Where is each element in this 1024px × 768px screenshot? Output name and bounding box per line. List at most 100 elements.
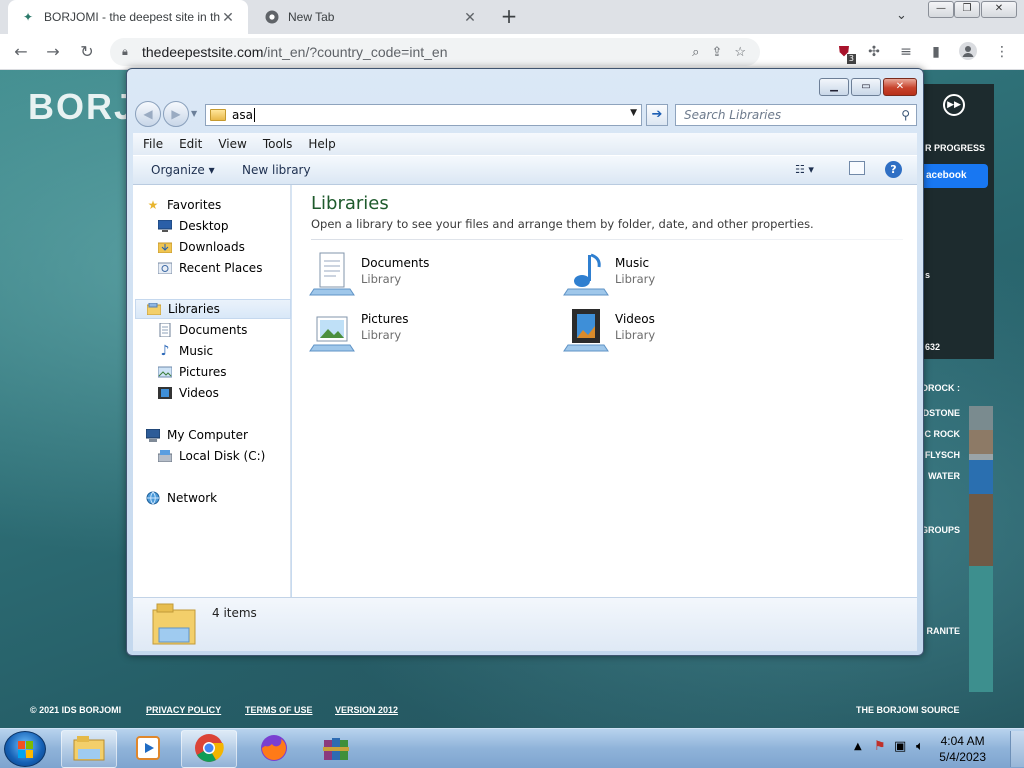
help-icon[interactable]: ? [885,161,902,178]
clock-date: 5/4/2023 [939,750,986,764]
library-type: Library [615,328,656,342]
back-arrow-icon[interactable]: ← [10,42,32,62]
media-player-icon [135,735,163,764]
libraries-content-pane: Libraries Open a library to see your fil… [292,185,917,597]
profile-avatar-icon[interactable] [958,42,978,62]
start-button-windows-icon[interactable] [4,731,46,767]
close-window-button[interactable]: ✕ [883,78,917,96]
tab-borjomi[interactable]: ✦ BORJOMI - the deepest site in th ✕ [8,0,248,34]
view-options-icon[interactable]: ☷ ▾ [795,163,814,176]
layer-label: FLYSCH [924,450,960,460]
recent-pages-chevron-icon[interactable]: ▼ [191,109,197,118]
nav-pictures[interactable]: Pictures [157,362,313,382]
nav-network[interactable]: Network [145,488,301,508]
taskbar-explorer-button[interactable] [61,730,117,768]
documents-library-icon [308,249,356,297]
nav-music[interactable]: ♪ Music [157,341,313,361]
close-browser-button[interactable]: ✕ [981,1,1017,18]
restore-browser-button[interactable]: ❐ [954,1,980,18]
reload-icon[interactable]: ↻ [76,42,98,62]
menu-edit[interactable]: Edit [173,137,208,151]
extensions-puzzle-icon[interactable]: ✣ [864,42,884,62]
browser-toolbar: ← → ↻ 🔒︎ thedeepestsite.com/int_en/?coun… [0,34,1024,70]
tab-search-chevron-icon[interactable]: ⌄ [896,8,907,23]
taskbar-archiver-button[interactable] [308,730,364,768]
taskbar-chrome-button[interactable] [181,730,237,768]
nav-my-computer[interactable]: My Computer [145,425,301,445]
explorer-window: ▁ ▭ ✕ ◀ ▶ ▼ asa ▼ ➔ Search Libraries ⚲ F… [126,68,924,656]
library-pictures[interactable]: Pictures Library [308,305,538,353]
nav-local-disk[interactable]: Local Disk (C:) [157,446,313,466]
explorer-menu-bar: File Edit View Tools Help [133,133,917,155]
organize-button[interactable]: Organize ▾ [151,163,215,177]
maximize-window-button[interactable]: ▭ [851,78,881,96]
forward-arrow-icon[interactable]: → [42,42,64,62]
back-arrow-icon[interactable]: ◀ [135,101,161,127]
search-libraries-input[interactable]: Search Libraries ⚲ [675,104,917,126]
side-panel-icon[interactable]: ▮ [926,42,946,62]
footer-privacy-link[interactable]: PRIVACY POLICY [146,705,221,715]
action-center-flag-icon[interactable]: ⚑ [874,739,886,754]
new-tab-button[interactable]: + [498,6,520,28]
chrome-icon [194,733,224,766]
menu-view[interactable]: View [212,137,252,151]
preview-pane-icon[interactable] [849,161,865,175]
menu-help[interactable]: Help [302,137,341,151]
layer-band [969,406,993,430]
library-type: Library [361,328,402,342]
nav-recent-places[interactable]: Recent Places [157,258,313,278]
tab-new-tab[interactable]: New Tab ✕ [252,0,490,34]
show-hidden-icons-chevron-icon[interactable]: ▲ [854,741,862,752]
film-strip-icon [157,385,173,401]
browser-menu-kebab-icon[interactable]: ⋮ [992,42,1012,62]
library-music[interactable]: Music Library [562,249,792,297]
libraries-folder-icon [151,602,197,649]
zoom-search-icon[interactable]: ⌕ [692,44,699,60]
footer-source-link[interactable]: THE BORJOMI SOURCE [856,705,960,715]
minimize-browser-button[interactable]: — [928,1,954,18]
minimize-window-button[interactable]: ▁ [819,78,849,96]
nav-videos[interactable]: Videos [157,383,313,403]
close-tab-icon[interactable]: ✕ [462,9,478,26]
footer-terms-link[interactable]: TERMS OF USE [245,705,313,715]
nav-documents[interactable]: Documents [157,320,313,340]
network-status-icon[interactable]: ▣ [894,739,906,754]
address-dropdown-chevron-icon[interactable]: ▼ [630,108,637,118]
share-icon[interactable]: ⇪ [711,44,722,60]
address-bar[interactable]: 🔒︎ thedeepestsite.com/int_en/?country_co… [110,38,760,66]
item-count: 4 items [212,606,257,620]
search-placeholder: Search Libraries [684,108,782,122]
layer-label: DSTONE [922,408,960,418]
tab-title: BORJOMI - the deepest site in th [44,10,220,24]
taskbar-clock[interactable]: 4:04 AM 5/4/2023 [939,733,986,765]
library-videos[interactable]: Videos Library [562,305,792,353]
downloads-folder-icon [157,239,173,255]
footer-version-link[interactable]: VERSION 2012 [335,705,398,715]
menu-tools[interactable]: Tools [257,137,299,151]
nav-desktop[interactable]: Desktop [157,216,313,236]
explorer-address-input[interactable]: asa ▼ [205,104,642,126]
taskbar-media-player-button[interactable] [121,730,177,768]
new-library-button[interactable]: New library [242,163,311,177]
nav-favorites[interactable]: ★ Favorites [145,195,301,215]
volume-speaker-icon[interactable]: 🔈︎ [916,739,924,754]
nav-downloads[interactable]: Downloads [157,237,313,257]
nav-libraries[interactable]: Libraries [135,299,291,319]
forward-arrow-icon[interactable]: ▶ [163,101,189,127]
layer-label: RANITE [926,626,961,636]
go-arrow-button[interactable]: ➔ [646,104,668,126]
ublock-extension-icon[interactable]: ⛊ 3 [834,42,856,64]
media-queue-icon[interactable]: ≡ [896,42,916,62]
search-icon[interactable]: ⚲ [901,105,910,125]
close-tab-icon[interactable]: ✕ [220,9,236,26]
library-documents[interactable]: Documents Library [308,249,538,297]
play-circle-icon[interactable]: ▶▶ [943,94,965,116]
taskbar-firefox-button[interactable] [246,730,302,768]
layer-label: GROUPS [920,525,960,535]
music-library-icon [562,249,610,297]
menu-file[interactable]: File [137,137,169,151]
bookmark-star-icon[interactable]: ☆ [734,44,746,60]
facebook-button[interactable]: acebook [922,164,988,188]
chrome-favicon-icon [264,9,280,25]
show-desktop-button[interactable] [1010,731,1024,767]
